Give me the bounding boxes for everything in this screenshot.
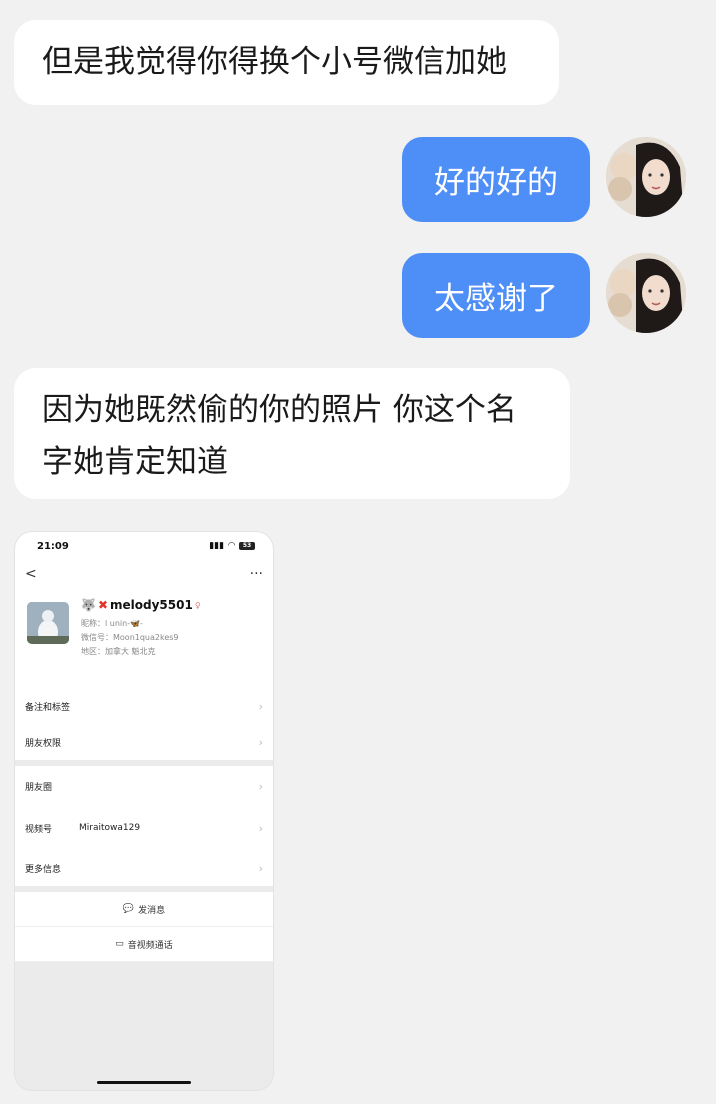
avatar[interactable] xyxy=(606,253,686,333)
row-label: 更多信息 xyxy=(25,864,62,875)
user-avatar-photo-icon xyxy=(606,253,686,333)
video-call-icon: ▭ xyxy=(115,939,124,949)
red-x-icon: ✖ xyxy=(97,598,109,612)
profile-region: 地区：加拿大 魁北克 xyxy=(81,647,156,656)
chat-bubble-icon: 💬 xyxy=(122,904,135,914)
video-call-button[interactable]: ▭ 音视频通话 xyxy=(15,927,273,962)
status-bar: 21:09 ▮▮▮ ◠ 53 xyxy=(15,532,273,560)
message-text-line: 字她肯定知道 xyxy=(42,444,228,480)
chevron-right-icon: › xyxy=(258,699,263,713)
message-bubble-right[interactable]: 太感谢了 xyxy=(402,253,590,338)
profile-avatar[interactable] xyxy=(27,602,69,644)
gender-icon: ♀ xyxy=(194,600,201,610)
wifi-icon: ◠ xyxy=(228,541,235,551)
action-label: 发消息 xyxy=(138,905,166,916)
more-icon[interactable]: ··· xyxy=(250,566,263,582)
profile-name-text: melody5501 xyxy=(110,598,193,612)
profile-nickname: 昵称：l unin-🦋- xyxy=(81,619,143,628)
row-value: Miraitowa129 xyxy=(79,823,141,833)
chevron-right-icon: › xyxy=(258,861,263,875)
image-message[interactable]: 21:09 ▮▮▮ ◠ 53 < ··· 🐺 ✖ melody5501 ♀ 昵称… xyxy=(14,531,274,1091)
row-moments[interactable]: 朋友圈 › xyxy=(15,766,273,806)
message-text: 好的好的 xyxy=(434,165,558,201)
message-bubble-left[interactable]: 因为她既然偷的你的照片 你这个名 字她肯定知道 xyxy=(14,368,570,499)
home-indicator xyxy=(97,1081,191,1084)
send-message-button[interactable]: 💬 发消息 xyxy=(15,892,273,927)
profile-card: 🐺 ✖ melody5501 ♀ 昵称：l unin-🦋- 微信号：Moon1q… xyxy=(15,588,273,688)
profile-name: 🐺 ✖ melody5501 ♀ xyxy=(81,598,201,612)
message-text-line: 因为她既然偷的你的照片 你这个名 xyxy=(42,392,517,428)
row-remarks-tags[interactable]: 备注和标签 › xyxy=(15,688,273,724)
nav-bar: < ··· xyxy=(15,560,273,588)
avatar[interactable] xyxy=(606,137,686,217)
wolf-icon: 🐺 xyxy=(81,598,96,612)
status-time: 21:09 xyxy=(37,540,69,552)
chevron-right-icon: › xyxy=(258,735,263,749)
chevron-right-icon: › xyxy=(258,821,263,835)
chevron-right-icon: › xyxy=(258,779,263,793)
profile-wechat-id: 微信号：Moon1qua2kes9 xyxy=(81,633,179,642)
row-label: 朋友权限 xyxy=(25,738,62,749)
message-text: 但是我觉得你得换个小号微信加她 xyxy=(42,44,507,80)
row-label: 备注和标签 xyxy=(25,702,71,713)
row-label: 朋友圈 xyxy=(25,782,53,793)
action-label: 音视频通话 xyxy=(127,940,173,951)
message-text: 太感谢了 xyxy=(434,281,558,317)
status-icons: ▮▮▮ ◠ 53 xyxy=(209,541,255,551)
message-bubble-right[interactable]: 好的好的 xyxy=(402,137,590,222)
profile-photo-icon xyxy=(27,602,69,644)
row-more-info[interactable]: 更多信息 › xyxy=(15,850,273,886)
row-friend-permissions[interactable]: 朋友权限 › xyxy=(15,724,273,760)
row-channels[interactable]: 视频号 Miraitowa129 › xyxy=(15,806,273,850)
message-bubble-left[interactable]: 但是我觉得你得换个小号微信加她 xyxy=(14,20,559,105)
battery-icon: 53 xyxy=(239,542,255,550)
row-label: 视频号 xyxy=(25,824,53,835)
back-icon[interactable]: < xyxy=(25,566,37,582)
user-avatar-photo-icon xyxy=(606,137,686,217)
signal-icon: ▮▮▮ xyxy=(209,541,225,551)
